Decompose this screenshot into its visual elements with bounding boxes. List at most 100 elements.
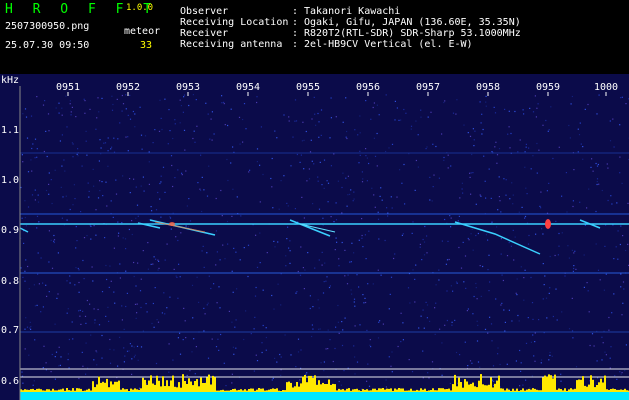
activity-bar bbox=[200, 377, 202, 392]
noise-dot bbox=[548, 129, 550, 131]
noise-dot bbox=[459, 354, 461, 356]
noise-dot bbox=[612, 118, 614, 120]
noise-dot bbox=[445, 263, 447, 265]
noise-dot bbox=[592, 170, 594, 172]
noise-dot bbox=[422, 350, 424, 352]
noise-dot bbox=[396, 196, 398, 198]
noise-dot bbox=[36, 227, 38, 229]
noise-dot bbox=[200, 154, 202, 156]
noise-dot bbox=[549, 255, 551, 258]
noise-dot bbox=[134, 113, 136, 115]
activity-bar bbox=[256, 389, 258, 392]
noise-dot bbox=[178, 263, 180, 265]
noise-dot bbox=[595, 243, 597, 245]
noise-dot bbox=[361, 234, 363, 237]
noise-dot bbox=[393, 257, 395, 260]
noise-dot bbox=[220, 333, 222, 336]
noise-dot bbox=[105, 264, 107, 267]
noise-dot bbox=[400, 312, 402, 314]
noise-dot bbox=[188, 104, 190, 107]
activity-bar bbox=[34, 390, 36, 392]
noise-dot bbox=[525, 143, 527, 145]
noise-dot bbox=[620, 373, 622, 375]
activity-bar bbox=[80, 388, 82, 392]
activity-bar bbox=[580, 379, 582, 392]
noise-dot bbox=[450, 217, 452, 219]
noise-dot bbox=[169, 217, 172, 219]
noise-dot bbox=[32, 143, 34, 145]
noise-dot bbox=[297, 338, 300, 340]
activity-bar bbox=[600, 378, 602, 392]
noise-dot bbox=[235, 319, 237, 321]
noise-dot bbox=[286, 202, 288, 204]
noise-dot bbox=[185, 337, 187, 339]
noise-dot bbox=[378, 114, 380, 116]
noise-dot bbox=[481, 133, 483, 135]
noise-dot bbox=[125, 108, 127, 110]
activity-bar bbox=[272, 388, 274, 392]
noise-dot bbox=[565, 172, 567, 174]
noise-dot bbox=[438, 279, 440, 281]
noise-dot bbox=[292, 136, 294, 138]
activity-bar bbox=[196, 379, 198, 392]
noise-dot bbox=[34, 157, 36, 159]
activity-bar bbox=[396, 389, 398, 392]
noise-dot bbox=[131, 220, 133, 222]
noise-dot bbox=[586, 282, 588, 284]
activity-bar bbox=[536, 389, 538, 392]
noise-dot bbox=[230, 108, 232, 110]
noise-dot bbox=[195, 99, 197, 101]
noise-dot bbox=[240, 215, 242, 217]
activity-bar bbox=[486, 385, 488, 392]
noise-dot bbox=[76, 153, 78, 155]
noise-dot bbox=[67, 308, 69, 310]
noise-dot bbox=[456, 282, 458, 284]
noise-dot bbox=[388, 147, 390, 149]
noise-dot bbox=[545, 119, 547, 122]
noise-dot bbox=[72, 204, 74, 206]
noise-dot bbox=[404, 203, 406, 205]
noise-dot bbox=[125, 94, 127, 96]
noise-dot bbox=[83, 278, 85, 280]
noise-dot bbox=[450, 285, 452, 287]
noise-dot bbox=[45, 362, 47, 364]
noise-dot bbox=[121, 110, 123, 112]
noise-dot bbox=[571, 249, 573, 251]
noise-dot bbox=[182, 339, 184, 341]
noise-dot bbox=[602, 342, 604, 344]
noise-dot bbox=[29, 321, 31, 323]
noise-dot bbox=[317, 180, 319, 182]
noise-dot bbox=[420, 109, 422, 111]
noise-dot bbox=[315, 124, 317, 126]
noise-dot bbox=[219, 259, 221, 261]
noise-dot bbox=[488, 168, 490, 170]
noise-dot bbox=[564, 275, 566, 277]
noise-dot bbox=[322, 292, 325, 294]
noise-dot bbox=[131, 358, 133, 360]
noise-dot bbox=[443, 159, 445, 161]
noise-dot bbox=[37, 273, 39, 275]
activity-bar bbox=[162, 376, 164, 392]
noise-dot bbox=[573, 169, 575, 171]
noise-dot bbox=[446, 319, 448, 322]
noise-dot bbox=[352, 200, 354, 202]
noise-dot bbox=[311, 160, 313, 162]
noise-dot bbox=[470, 172, 472, 174]
noise-dot bbox=[202, 245, 204, 247]
noise-dot bbox=[36, 96, 38, 98]
noise-dot bbox=[444, 324, 446, 326]
noise-dot bbox=[309, 151, 312, 153]
activity-bar bbox=[530, 389, 532, 392]
noise-dot bbox=[496, 226, 498, 228]
noise-dot bbox=[356, 361, 359, 363]
noise-dot bbox=[272, 377, 274, 379]
noise-dot bbox=[107, 165, 109, 167]
activity-bar bbox=[566, 390, 568, 392]
activity-bar bbox=[480, 374, 482, 392]
noise-dot bbox=[211, 139, 213, 141]
noise-dot bbox=[338, 258, 340, 260]
noise-dot bbox=[401, 234, 403, 236]
activity-bar bbox=[48, 389, 50, 392]
noise-dot bbox=[620, 225, 622, 227]
noise-dot bbox=[572, 337, 574, 339]
